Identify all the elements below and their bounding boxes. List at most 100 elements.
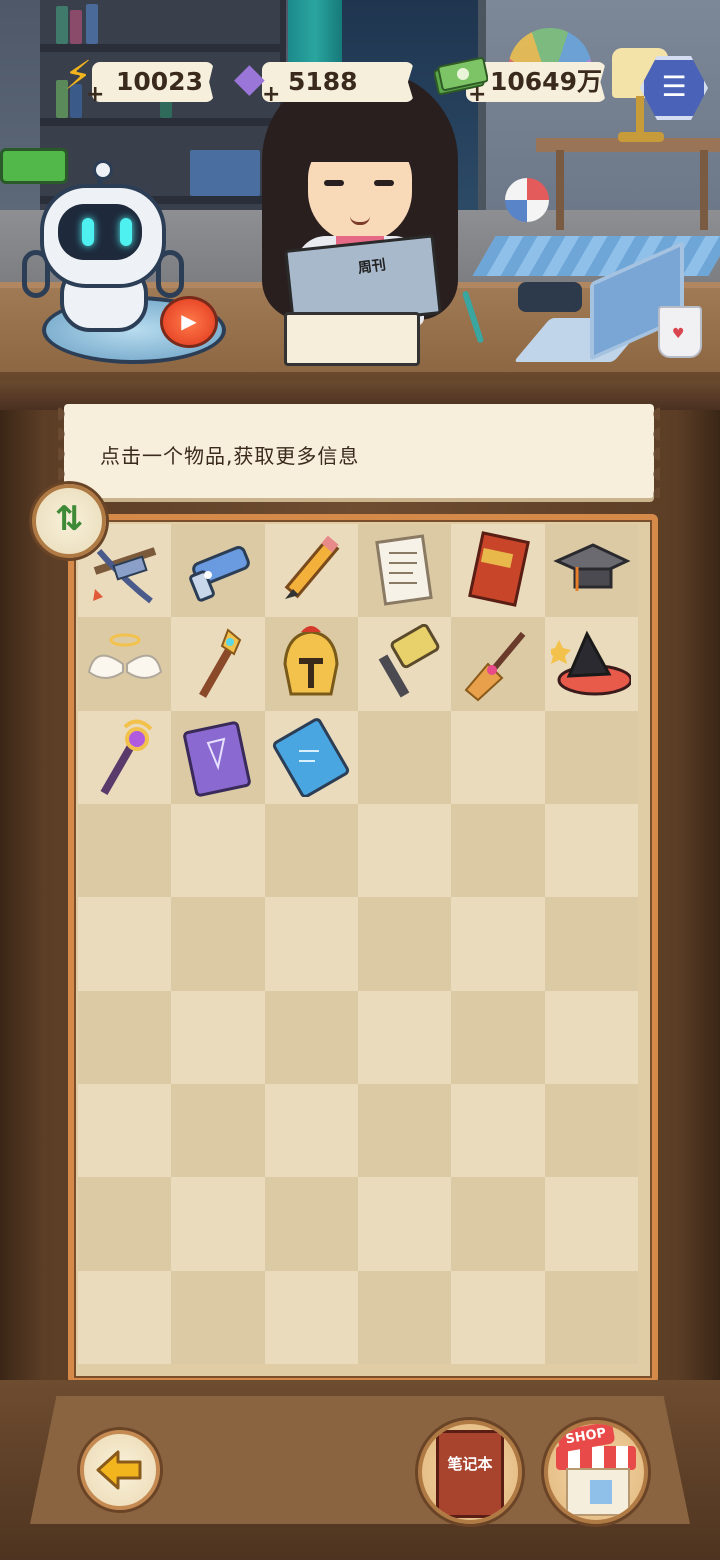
open-book [284, 312, 420, 366]
inventory-slot [78, 1270, 172, 1364]
scroll-icon [365, 531, 445, 611]
inventory-slot [451, 897, 545, 991]
inventory-slot [544, 803, 638, 898]
inventory-slot [544, 1177, 638, 1271]
inventory-slot[interactable] [78, 710, 172, 804]
inventory-slot [357, 1270, 452, 1364]
beach-ball [505, 178, 549, 222]
heart-icon: ♥ [672, 326, 685, 342]
inventory-slot [357, 897, 452, 991]
add-energy-button[interactable]: + [86, 84, 104, 106]
inventory-slot[interactable] [451, 524, 545, 618]
inventory-slot[interactable] [544, 617, 638, 711]
shop-button[interactable]: SHOP [544, 1420, 648, 1524]
inventory-slot[interactable] [171, 524, 265, 618]
inventory-slot[interactable] [264, 524, 358, 618]
list-icon: ☰ [661, 70, 687, 103]
lamp-base [618, 132, 664, 142]
inventory-slot [451, 1177, 545, 1271]
inventory-grid [78, 524, 638, 1364]
character-eye [374, 180, 394, 186]
inventory-slot [78, 990, 172, 1084]
notebook-button[interactable]: 笔记本 [418, 1420, 522, 1524]
inventory-slot[interactable] [171, 710, 265, 804]
magazine-title: 周刊 [356, 257, 387, 277]
inventory-slot[interactable] [357, 524, 452, 618]
inventory-slot [171, 1270, 265, 1364]
inventory-slot[interactable] [544, 524, 638, 618]
inventory-slot[interactable] [264, 617, 358, 711]
room-scene: 周刊 ♥ ▶ [0, 0, 720, 380]
energy-value: 10023 [116, 67, 203, 96]
inventory-slot [451, 803, 545, 898]
inventory-slot [264, 990, 358, 1084]
inventory-slot [451, 990, 545, 1084]
pencil-icon [271, 531, 351, 611]
battery-icon [0, 148, 68, 184]
inventory-slot [357, 803, 452, 898]
notebook-label: 笔记本 [447, 1455, 493, 1473]
inventory-slot[interactable] [451, 617, 545, 711]
blaster-gun-icon [178, 531, 258, 611]
inventory-slot [78, 1083, 172, 1178]
robot-eye [82, 218, 94, 246]
robot-antenna-ball [93, 160, 113, 180]
inventory-slot [544, 990, 638, 1084]
robot-eye [120, 218, 132, 246]
play-button[interactable]: ▶ [160, 296, 218, 348]
hammer-icon [365, 623, 445, 704]
inventory-slot[interactable] [357, 617, 452, 711]
table-leg [556, 150, 564, 230]
golden-staff-icon [178, 624, 258, 704]
inventory-slot [171, 897, 265, 991]
inventory-slot [171, 1083, 265, 1178]
helmet-icon [271, 624, 351, 704]
inventory-slot [451, 710, 545, 804]
inventory-slot [451, 1270, 545, 1364]
inventory-slot [171, 1177, 265, 1271]
witch-hat-icon [551, 624, 632, 704]
memory-card-icon [271, 717, 351, 798]
add-gems-button[interactable]: + [262, 84, 280, 106]
back-button[interactable] [80, 1430, 160, 1510]
inventory-slot [264, 1177, 358, 1271]
back-arrow-icon [96, 1450, 142, 1490]
inventory-slot [544, 710, 638, 804]
info-hint-text: 点击一个物品,获取更多信息 [100, 444, 360, 468]
book-icon [458, 530, 538, 611]
inventory-slot [264, 1270, 358, 1364]
inventory-slot [264, 803, 358, 898]
inventory-slot [357, 1083, 452, 1178]
scepter-icon [85, 717, 165, 797]
inventory-slot [78, 897, 172, 991]
inventory-slot[interactable] [171, 617, 265, 711]
notebook-icon: 笔记本 [436, 1430, 504, 1518]
sort-button[interactable]: ⇅ [32, 484, 106, 558]
mouse-pad [518, 282, 582, 312]
character-eye [324, 180, 344, 186]
graduation-cap-icon [551, 531, 631, 611]
inventory-slot[interactable] [78, 617, 172, 711]
inventory-slot [78, 803, 172, 898]
inventory-slot [357, 990, 452, 1084]
inventory-slot [544, 1083, 638, 1178]
inventory-slot [544, 897, 638, 991]
add-cash-button[interactable]: + [468, 84, 486, 106]
angel-wings-icon [85, 624, 165, 704]
shop-window [590, 1480, 612, 1504]
inventory-slot [171, 990, 265, 1084]
spell-book-icon [178, 717, 258, 797]
inventory-slot [171, 803, 265, 898]
table-leg [700, 150, 708, 230]
gem-icon: ◆ [234, 55, 265, 101]
lamp-pole [636, 96, 644, 136]
inventory-slot[interactable] [264, 710, 358, 804]
inventory-slot [357, 710, 452, 804]
sort-arrows-icon: ⇅ [54, 499, 84, 539]
inventory-slot [451, 1083, 545, 1178]
inventory-slot [357, 1177, 452, 1271]
inventory-slot [544, 1270, 638, 1364]
broom-icon [458, 624, 538, 704]
inventory-slot [264, 1083, 358, 1178]
inventory-slot [264, 897, 358, 991]
